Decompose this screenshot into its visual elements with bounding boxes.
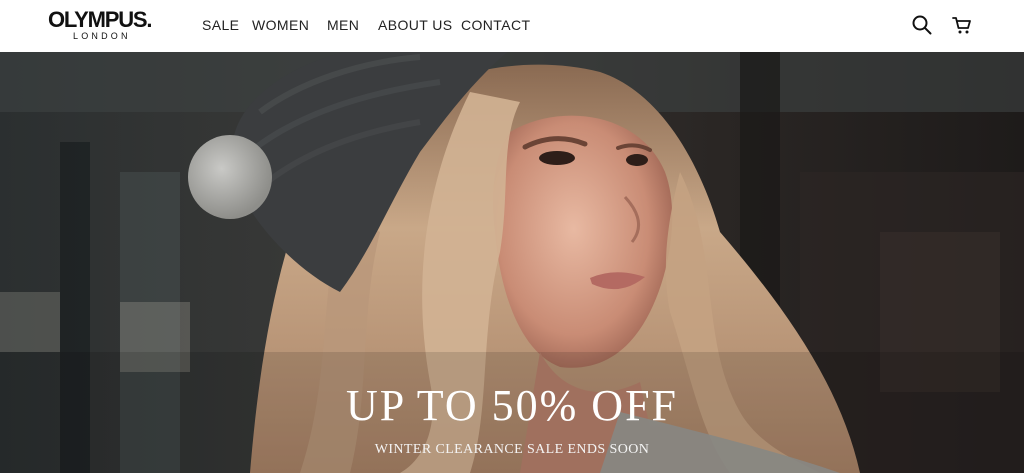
hero-banner: UP TO 50% OFF WINTER CLEARANCE SALE ENDS…	[0, 52, 1024, 473]
nav-item-contact[interactable]: CONTACT	[461, 16, 530, 34]
site-header: OLYMPUS. LONDON SALE WOMEN MEN ABOUT US …	[0, 0, 1024, 52]
hero-subheadline: WINTER CLEARANCE SALE ENDS SOON	[374, 442, 650, 457]
search-icon[interactable]	[911, 14, 933, 36]
nav-item-men[interactable]: MEN	[327, 16, 359, 34]
nav-item-women[interactable]: WOMEN	[252, 16, 309, 34]
cart-icon[interactable]	[951, 14, 973, 36]
nav-item-about-us[interactable]: ABOUT US	[378, 16, 453, 34]
brand-logo[interactable]: OLYMPUS. LONDON	[48, 8, 164, 44]
hero-headline: UP TO 50% OFF	[345, 381, 679, 430]
brand-name: OLYMPUS.	[48, 7, 152, 32]
brand-tagline: LONDON	[73, 31, 131, 41]
nav-item-sale[interactable]: SALE	[202, 16, 239, 34]
